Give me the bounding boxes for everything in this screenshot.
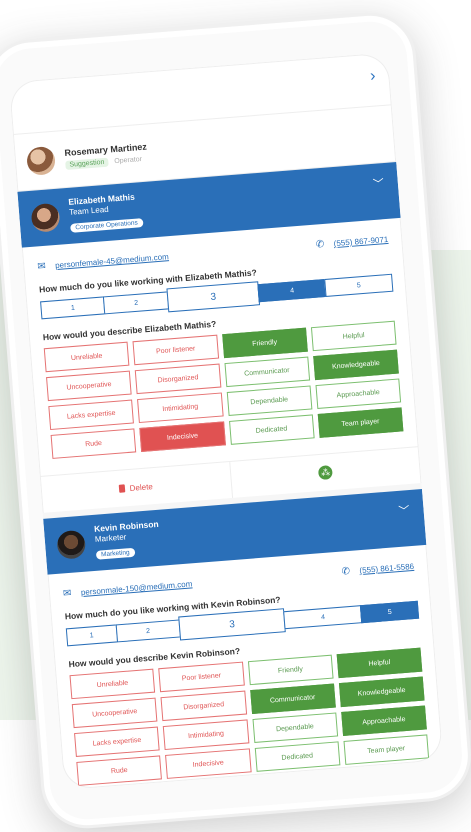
trait-tag[interactable]: Rude [76, 755, 163, 786]
trait-tag[interactable]: Friendly [221, 327, 308, 359]
trait-tag[interactable]: Indecisive [165, 748, 252, 779]
phone-icon: ✆ [341, 565, 351, 578]
rating-option-5[interactable]: 5 [360, 600, 420, 624]
rosemary-info: Rosemary Martinez Suggestion Operator [64, 142, 148, 170]
trait-tag[interactable]: Poor listener [158, 661, 245, 693]
trait-tag[interactable]: Dependable [226, 385, 313, 417]
trait-tag[interactable]: Team player [343, 734, 430, 765]
avatar [56, 529, 87, 560]
suggestion-badge: Suggestion [65, 157, 109, 170]
phone-link[interactable]: (555) 861-5586 [359, 562, 414, 575]
person-card: Kevin Robinson Marketer Marketing ﹀ ✉ pe… [43, 489, 443, 790]
org-chart-icon: ⁂ [318, 465, 334, 481]
department-badge: Marketing [95, 547, 135, 560]
trait-tag[interactable]: Communicator [223, 356, 310, 388]
rating-option-2[interactable]: 2 [115, 619, 181, 643]
mail-icon: ✉ [62, 587, 72, 600]
trash-icon [118, 484, 126, 493]
email-block: ✉ personfemale-45@medium.com [37, 246, 170, 274]
phone-block: ✆ (555) 867-9071 [315, 229, 389, 253]
trait-tag[interactable]: Disorganized [160, 690, 247, 722]
rating-option-4[interactable]: 4 [283, 605, 363, 630]
mail-icon: ✉ [36, 260, 47, 273]
rating-option-2[interactable]: 2 [103, 291, 170, 315]
trait-tag[interactable]: Approachable [340, 705, 427, 737]
department-badge: Corporate Operations [70, 218, 144, 233]
trait-tag[interactable]: Disorganized [135, 363, 221, 395]
chevron-down-icon[interactable]: ﹀ [372, 175, 384, 192]
trait-tag[interactable]: Uncooperative [71, 697, 158, 729]
trait-tag[interactable]: Unreliable [43, 341, 130, 373]
app-screen: › Rosemary Martinez Suggestion Operator … [8, 52, 444, 791]
trait-tag[interactable]: Approachable [315, 378, 402, 410]
trait-tag[interactable]: Poor listener [132, 334, 219, 366]
phone-block: ✆ (555) 861-5586 [341, 556, 415, 580]
email-link[interactable]: personmale-150@medium.com [81, 579, 193, 597]
trait-tag[interactable]: Lacks expertise [74, 726, 160, 758]
trait-tag[interactable]: Communicator [249, 683, 336, 715]
trait-tag[interactable]: Helpful [310, 320, 397, 352]
trait-tag[interactable]: Lacks expertise [48, 399, 135, 431]
person-info: Kevin Robinson Marketer Marketing [94, 519, 161, 562]
avatar [25, 145, 57, 176]
trait-tag[interactable]: Unreliable [69, 668, 156, 700]
trait-tag[interactable]: Dependable [251, 712, 338, 744]
trait-tag[interactable]: Uncooperative [46, 370, 132, 402]
chevron-right-icon[interactable]: › [369, 67, 376, 85]
rating-option-5[interactable]: 5 [324, 273, 394, 297]
email-link[interactable]: personfemale-45@medium.com [55, 252, 169, 270]
trait-tag[interactable]: Rude [50, 428, 137, 459]
person-info: Elizabeth Mathis Team Lead Corporate Ope… [68, 191, 144, 235]
trait-tag[interactable]: Team player [317, 407, 404, 438]
trait-tag[interactable]: Dedicated [228, 414, 315, 445]
trait-tag[interactable]: Friendly [247, 654, 334, 686]
trait-tag[interactable]: Intimidating [137, 392, 224, 424]
email-block: ✉ personmale-150@medium.com [62, 573, 193, 601]
chevron-down-icon[interactable]: ﹀ [398, 502, 410, 519]
phone-icon: ✆ [315, 238, 325, 251]
trait-tag[interactable]: Helpful [336, 647, 423, 679]
trait-tag[interactable]: Dedicated [254, 741, 341, 772]
rating-option-1[interactable]: 1 [40, 296, 106, 320]
phone-link[interactable]: (555) 867-9071 [333, 235, 388, 248]
person-role: Operator [114, 155, 143, 166]
trait-tag[interactable]: Knowledgeable [312, 349, 399, 381]
trait-tag[interactable]: Knowledgeable [338, 676, 425, 708]
delete-label: Delete [129, 481, 154, 493]
rating-option-1[interactable]: 1 [65, 624, 118, 647]
person-card: Elizabeth Mathis Team Lead Corporate Ope… [17, 162, 422, 513]
rating-option-4[interactable]: 4 [257, 278, 327, 303]
avatar [30, 202, 61, 233]
trait-tag[interactable]: Intimidating [163, 719, 249, 751]
trait-tag[interactable]: Indecisive [139, 421, 226, 452]
phone-frame: › Rosemary Martinez Suggestion Operator … [0, 9, 471, 832]
